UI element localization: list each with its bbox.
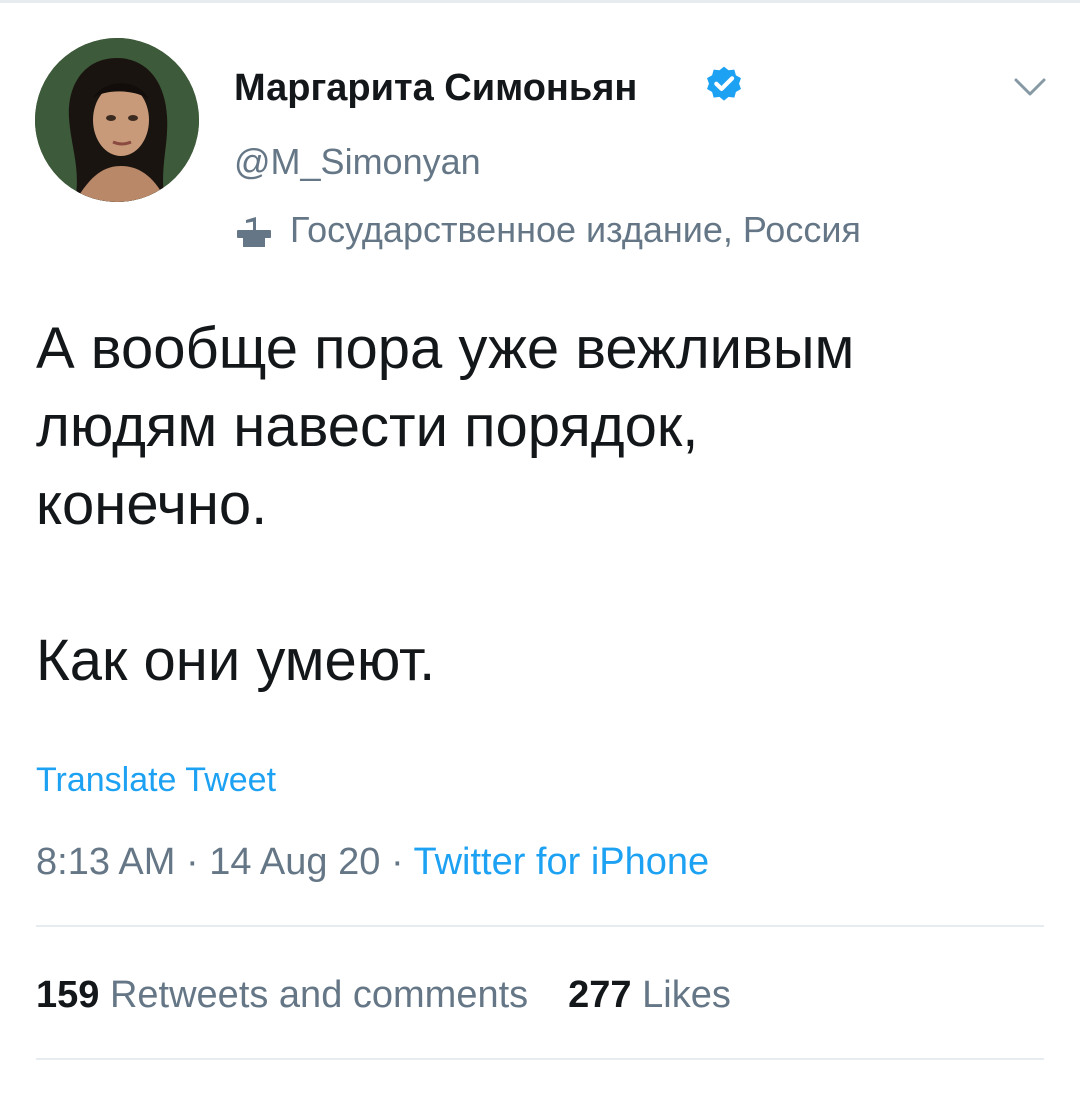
top-divider	[0, 0, 1080, 3]
likes-count: 277	[568, 974, 632, 1016]
tweet-meta: 8:13 AM · 14 Aug 20 · Twitter for iPhone	[36, 838, 709, 886]
retweets-count: 159	[36, 974, 100, 1016]
state-media-label[interactable]: Государственное издание, Россия	[234, 205, 861, 255]
tweet-time[interactable]: 8:13 AM	[36, 841, 175, 883]
meta-separator: ·	[185, 841, 199, 883]
author-name[interactable]: Маргарита Симоньян	[234, 66, 637, 110]
meta-separator: ·	[390, 841, 404, 883]
state-media-label-text: Государственное издание, Россия	[290, 209, 861, 250]
tweet-line: А вообще пора уже вежливым	[36, 316, 855, 381]
tweet-stats: 159 Retweets and comments 277 Likes	[36, 970, 731, 1020]
likes-label: Likes	[642, 974, 731, 1016]
tweet-line: Как они умеют.	[36, 628, 436, 693]
stats-bottom-divider	[36, 1058, 1044, 1060]
translate-tweet-link[interactable]: Translate Tweet	[36, 758, 276, 802]
stats-top-divider	[36, 925, 1044, 927]
tweet-line: людям навести порядок,	[36, 394, 699, 459]
tweet-line: конечно.	[36, 472, 268, 537]
author-handle[interactable]: @M_Simonyan	[234, 140, 481, 184]
avatar-image	[35, 38, 199, 202]
retweets-label: Retweets and comments	[109, 974, 529, 1016]
chevron-down-icon[interactable]	[1010, 72, 1050, 102]
likes-stat[interactable]: 277 Likes	[568, 974, 731, 1016]
podium-icon	[234, 210, 274, 250]
tweet-date[interactable]: 14 Aug 20	[209, 841, 380, 883]
verified-badge-icon	[703, 64, 745, 106]
tweet-source-link[interactable]: Twitter for iPhone	[413, 841, 709, 883]
avatar[interactable]	[35, 38, 199, 202]
retweets-stat[interactable]: 159 Retweets and comments	[36, 974, 528, 1016]
tweet-text: А вообще пора уже вежливым людям навести…	[36, 310, 1046, 700]
